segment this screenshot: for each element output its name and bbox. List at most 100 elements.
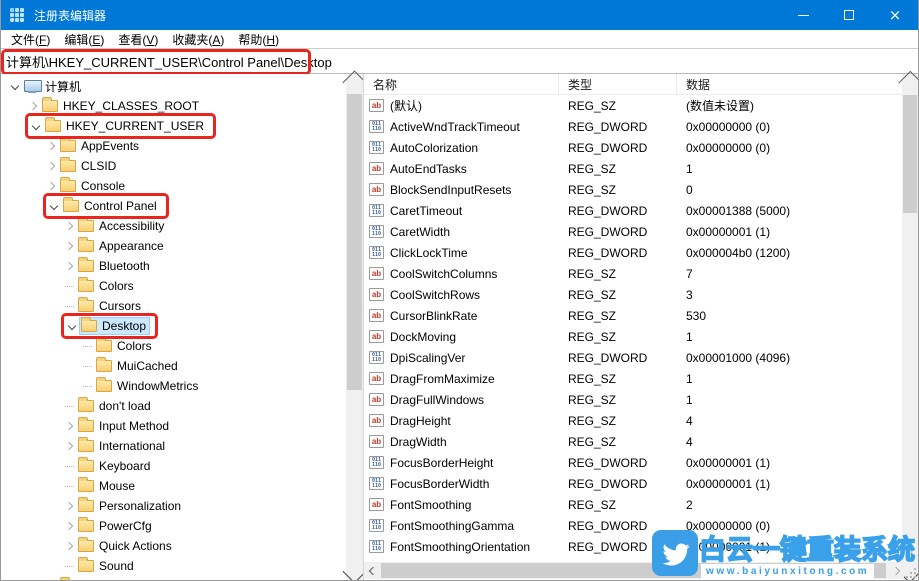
scroll-up-button[interactable] xyxy=(902,74,918,91)
table-row[interactable]: abAutoEndTasksREG_SZ1 xyxy=(364,158,904,179)
tree-expander[interactable] xyxy=(61,263,77,269)
tree-expander[interactable] xyxy=(61,306,77,307)
tree-node[interactable]: Keyboard xyxy=(77,458,153,474)
tree-item-muicached[interactable]: MuiCached xyxy=(1,356,346,376)
tree-node[interactable]: Colors xyxy=(95,338,155,354)
table-row[interactable]: abDragFromMaximizeREG_SZ1 xyxy=(364,368,904,389)
tree-expander[interactable] xyxy=(7,83,23,89)
tree-item-appearance[interactable]: Appearance xyxy=(1,236,346,256)
tree-node[interactable]: Sound xyxy=(77,558,137,574)
table-row[interactable]: abCursorBlinkRateREG_SZ530 xyxy=(364,305,904,326)
tree-expander[interactable] xyxy=(61,223,77,229)
tree-item-accessibility[interactable]: Accessibility xyxy=(1,216,346,236)
tree-node[interactable]: MuiCached xyxy=(95,358,181,374)
tree-expander[interactable] xyxy=(79,366,95,367)
tree-node[interactable]: PowerCfg xyxy=(77,518,155,534)
tree-item-cursors[interactable]: Cursors xyxy=(1,296,346,316)
table-row[interactable]: abCoolSwitchColumnsREG_SZ7 xyxy=(364,263,904,284)
column-header-type[interactable]: 类型 xyxy=(559,74,677,94)
list-horizontal-scrollbar[interactable] xyxy=(364,562,904,579)
tree-vertical-scrollbar[interactable] xyxy=(346,74,363,580)
table-row[interactable]: 011110FontSmoothingGammaREG_DWORD0x00000… xyxy=(364,515,904,536)
tree-item-personalization[interactable]: Personalization xyxy=(1,496,346,516)
menu-item-f[interactable]: 文件(F) xyxy=(4,30,57,49)
tree-item-sound[interactable]: Sound xyxy=(1,556,346,576)
tree-expander[interactable] xyxy=(61,243,77,249)
tree-item-don-t-load[interactable]: don't load xyxy=(1,396,346,416)
list-vertical-scrollbar[interactable] xyxy=(902,74,918,580)
tree-item-hkey-current-user[interactable]: HKEY_CURRENT_USER xyxy=(1,116,346,136)
table-row[interactable]: 011110AutoColorizationREG_DWORD0x0000000… xyxy=(364,137,904,158)
list-scrollbar-thumb[interactable] xyxy=(903,95,917,213)
tree-node[interactable] xyxy=(59,579,84,580)
table-row[interactable]: abCoolSwitchRowsREG_SZ3 xyxy=(364,284,904,305)
tree-node[interactable]: don't load xyxy=(77,398,154,414)
tree-item-desktop[interactable]: Desktop xyxy=(1,316,346,336)
menu-item-v[interactable]: 查看(V) xyxy=(111,30,165,49)
tree-node[interactable]: Accessibility xyxy=(77,218,167,234)
tree-item-quick-actions[interactable]: Quick Actions xyxy=(1,536,346,556)
table-row[interactable]: 011110CaretWidthREG_DWORD0x00000001 (1) xyxy=(364,221,904,242)
tree-expander[interactable] xyxy=(61,286,77,287)
tree-expander[interactable] xyxy=(64,323,80,329)
table-row[interactable]: 011110FocusBorderWidthREG_DWORD0x0000000… xyxy=(364,473,904,494)
minimize-button[interactable] xyxy=(780,0,826,30)
tree-item-clsid[interactable]: CLSID xyxy=(1,156,346,176)
tree-scrollbar-thumb[interactable] xyxy=(347,94,362,390)
table-row[interactable]: 011110CaretTimeoutREG_DWORD0x00001388 (5… xyxy=(364,200,904,221)
tree-expander[interactable] xyxy=(61,466,77,467)
tree-item-colors[interactable]: Colors xyxy=(1,276,346,296)
tree-node[interactable]: Control Panel xyxy=(62,198,160,214)
table-row[interactable]: abBlockSendInputResetsREG_SZ0 xyxy=(364,179,904,200)
tree-item-input-method[interactable]: Input Method xyxy=(1,416,346,436)
scroll-left-button[interactable] xyxy=(364,562,381,579)
address-bar[interactable]: 计算机\HKEY_CURRENT_USER\Control Panel\Desk… xyxy=(1,48,918,74)
tree-node[interactable]: Mouse xyxy=(77,478,138,494)
scroll-up-button[interactable] xyxy=(346,74,363,91)
menu-item-e[interactable]: 编辑(E) xyxy=(57,30,111,49)
table-row[interactable]: abDockMovingREG_SZ1 xyxy=(364,326,904,347)
tree-item-international[interactable]: International xyxy=(1,436,346,456)
column-header-data[interactable]: 数据 xyxy=(677,74,904,94)
column-header-name[interactable]: 名称 xyxy=(364,74,559,94)
tree-item-windowmetrics[interactable]: WindowMetrics xyxy=(1,376,346,396)
tree-item-bluetooth[interactable]: Bluetooth xyxy=(1,256,346,276)
tree-expander[interactable] xyxy=(61,406,77,407)
tree-item-powercfg[interactable]: PowerCfg xyxy=(1,516,346,536)
tree-item-mouse[interactable]: Mouse xyxy=(1,476,346,496)
tree-item-计算机[interactable]: 计算机 xyxy=(1,76,346,96)
tree-expander[interactable] xyxy=(43,163,59,169)
tree-item-appevents[interactable]: AppEvents xyxy=(1,136,346,156)
tree-expander[interactable] xyxy=(61,443,77,449)
tree-node[interactable]: 计算机 xyxy=(23,77,84,96)
tree-expander[interactable] xyxy=(46,203,62,209)
tree-node[interactable]: International xyxy=(77,438,168,454)
table-row[interactable]: ab(默认)REG_SZ(数值未设置) xyxy=(364,95,904,116)
tree-node[interactable]: Bluetooth xyxy=(77,258,153,274)
tree-node[interactable]: CLSID xyxy=(59,158,119,174)
table-row[interactable]: 011110ClickLockTimeREG_DWORD0x000004b0 (… xyxy=(364,242,904,263)
tree-node[interactable]: Input Method xyxy=(77,418,172,434)
tree-expander[interactable] xyxy=(61,523,77,529)
tree-node[interactable]: Console xyxy=(59,178,128,194)
scroll-right-button[interactable] xyxy=(887,562,904,579)
tree-expander[interactable] xyxy=(61,486,77,487)
tree-node[interactable]: Personalization xyxy=(77,498,184,514)
tree-expander[interactable] xyxy=(43,183,59,189)
maximize-button[interactable] xyxy=(826,0,872,30)
tree-item-keyboard[interactable]: Keyboard xyxy=(1,456,346,476)
tree-node[interactable]: WindowMetrics xyxy=(95,378,201,394)
tree-item-colors[interactable]: Colors xyxy=(1,336,346,356)
menu-item-h[interactable]: 帮助(H) xyxy=(231,30,286,49)
table-row[interactable]: 011110ActiveWndTrackTimeoutREG_DWORD0x00… xyxy=(364,116,904,137)
tree-node[interactable]: Quick Actions xyxy=(77,538,175,554)
tree-node[interactable]: Desktop xyxy=(80,318,149,334)
tree-expander[interactable] xyxy=(79,386,95,387)
tree-node[interactable]: AppEvents xyxy=(59,138,142,154)
tree-item-partial[interactable] xyxy=(1,576,346,580)
tree-expander[interactable] xyxy=(61,423,77,429)
menu-item-a[interactable]: 收藏夹(A) xyxy=(165,30,231,49)
table-row[interactable]: abDragFullWindowsREG_SZ1 xyxy=(364,389,904,410)
tree-node[interactable]: HKEY_CLASSES_ROOT xyxy=(41,98,202,114)
tree-item-control-panel[interactable]: Control Panel xyxy=(1,196,346,216)
